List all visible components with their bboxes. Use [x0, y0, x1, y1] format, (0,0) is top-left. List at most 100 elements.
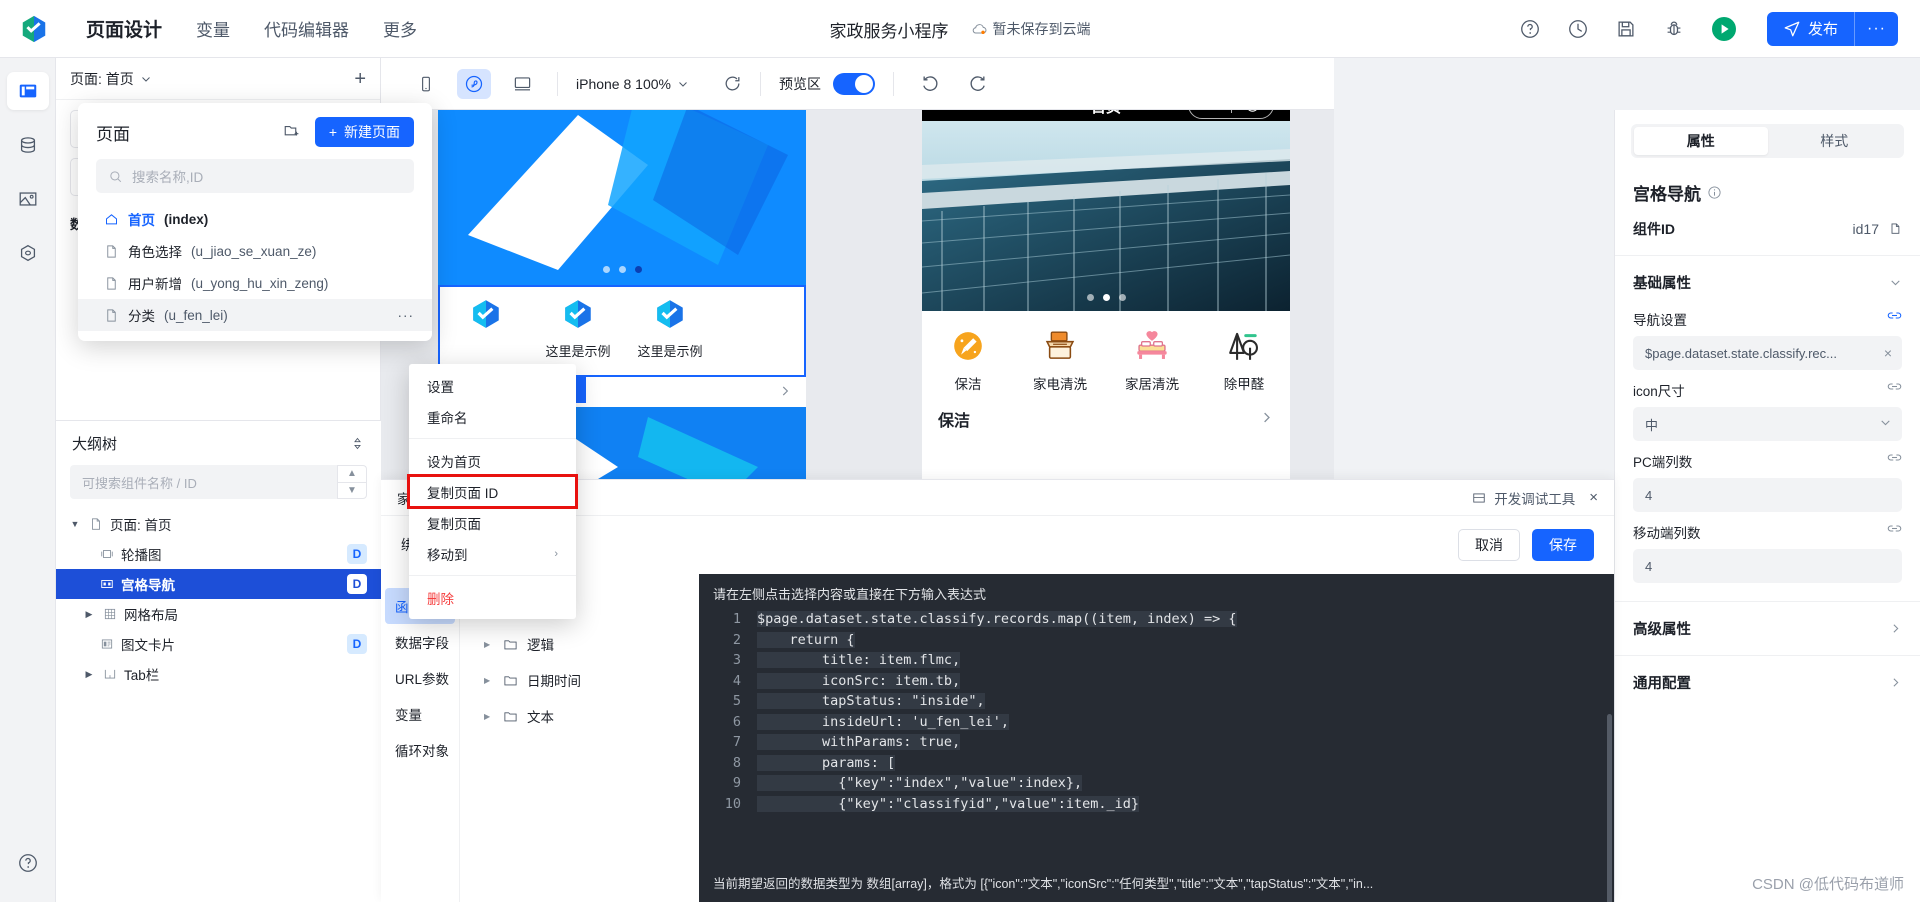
chevron-right-icon[interactable]	[778, 384, 792, 401]
new-folder-icon[interactable]	[283, 122, 301, 143]
target-circle-icon[interactable]	[1232, 110, 1274, 114]
info-circle-icon[interactable]	[1707, 185, 1722, 200]
wechat-capsule[interactable]	[1188, 110, 1274, 119]
preview-grid-item-0[interactable]: 保洁	[922, 325, 1014, 393]
preview-grid-nav[interactable]: 保洁 家电清洗 家居清洗 除甲醛	[922, 311, 1290, 401]
close-icon[interactable]: ×	[1589, 489, 1598, 506]
carousel-dot[interactable]	[602, 266, 610, 273]
rail-item-layout[interactable]	[6, 72, 49, 110]
carousel-dot-active[interactable]	[1102, 294, 1110, 301]
app-logo[interactable]	[0, 0, 68, 58]
pages-item-user-add[interactable]: 用户新增 (u_yong_hu_xin_zeng)	[78, 267, 432, 299]
preview-carousel-dots[interactable]	[922, 294, 1290, 301]
tree-node-page[interactable]: ▼ 页面: 首页	[56, 509, 381, 539]
function-folder-datetime[interactable]: ▶ 日期时间	[460, 662, 699, 698]
ctx-settings[interactable]: 设置	[409, 370, 576, 401]
source-tab-datafield[interactable]: 数据字段	[381, 624, 459, 660]
cloud-save-status[interactable]: 暂未保存到云端	[971, 19, 1091, 39]
grid-item-2[interactable]: 这里是示例	[532, 297, 624, 360]
tree-node-grid-layout[interactable]: ▶ 网格布局	[56, 599, 381, 629]
twisty-right-icon[interactable]: ▶	[82, 609, 96, 620]
cancel-button[interactable]: 取消	[1458, 529, 1520, 561]
save-button[interactable]: 保存	[1532, 529, 1594, 561]
rail-item-plugin[interactable]	[7, 234, 49, 272]
function-folder-text[interactable]: ▶ 文本	[460, 698, 699, 734]
publish-more-button[interactable]: ···	[1855, 12, 1898, 46]
devtool-icon[interactable]	[1472, 491, 1486, 505]
mobile-columns-input[interactable]: 4	[1633, 549, 1902, 583]
link-icon[interactable]	[1887, 311, 1902, 327]
grid-item-3[interactable]: 这里是示例	[624, 297, 716, 360]
device-desktop-button[interactable]	[505, 69, 539, 99]
page-selector[interactable]: 页面: 首页	[70, 69, 152, 89]
refresh-canvas-button[interactable]	[723, 74, 742, 93]
carousel-dot[interactable]	[1086, 294, 1094, 301]
preview-grid-item-1[interactable]: 家电清洗	[1014, 325, 1106, 393]
grid-item-1[interactable]	[440, 297, 532, 341]
devtool-label[interactable]: 开发调试工具	[1494, 488, 1575, 508]
chevron-right-icon[interactable]	[1259, 410, 1274, 428]
topnav-page-design[interactable]: 页面设计	[86, 15, 162, 42]
editor-scrollbar[interactable]	[1607, 714, 1612, 902]
device-zoom-select[interactable]: iPhone 8 100%	[576, 76, 689, 92]
pages-item-index[interactable]: 首页 (index)	[78, 203, 432, 235]
pages-search-input[interactable]: 搜索名称,ID	[96, 159, 414, 193]
preview-hero-image[interactable]	[922, 121, 1290, 311]
rail-item-database[interactable]	[7, 126, 49, 164]
run-preview-icon[interactable]	[1711, 16, 1737, 42]
search-next-button[interactable]: ▼	[337, 481, 367, 499]
clear-binding-button[interactable]: ×	[1884, 345, 1892, 361]
tree-node-grid-nav[interactable]: 宫格导航 D	[56, 569, 381, 599]
rail-item-help[interactable]	[7, 844, 49, 882]
source-tab-urlparam[interactable]: URL参数	[381, 660, 459, 696]
editor-code-area[interactable]: 1 2 3 4 5 6 7 8 9 10 $page.dataset.state…	[699, 609, 1614, 864]
twisty-right-icon[interactable]: ▶	[484, 712, 494, 721]
twisty-right-icon[interactable]: ▶	[82, 669, 96, 680]
pages-item-more-button[interactable]: ···	[398, 308, 415, 323]
editor-code-lines[interactable]: $page.dataset.state.classify.records.map…	[753, 609, 1614, 864]
help-icon[interactable]	[1519, 18, 1541, 40]
carousel-dot[interactable]	[618, 266, 626, 273]
add-page-button[interactable]: +	[354, 69, 366, 89]
preview-grid-item-2[interactable]: 家居清洗	[1106, 325, 1198, 393]
link-icon[interactable]	[1887, 524, 1902, 540]
search-prev-button[interactable]: ▲	[337, 465, 367, 482]
history-icon[interactable]	[1567, 18, 1589, 40]
carousel-dots[interactable]	[438, 266, 806, 273]
carousel-dot-active[interactable]	[634, 266, 642, 273]
tree-node-tabbar[interactable]: ▶ Tab栏	[56, 659, 381, 689]
pages-item-classify[interactable]: 分类 (u_fen_lei) ···	[78, 299, 432, 331]
function-folder-logic[interactable]: ▶ 逻辑	[460, 626, 699, 662]
ctx-set-home[interactable]: 设为首页	[409, 445, 576, 476]
preview-toggle[interactable]	[832, 72, 875, 95]
rail-item-assets[interactable]	[7, 180, 49, 218]
tab-styles[interactable]: 样式	[1768, 127, 1902, 155]
link-icon[interactable]	[1887, 453, 1902, 469]
tree-node-carousel[interactable]: 轮播图 D	[56, 539, 381, 569]
twisty-right-icon[interactable]: ▶	[484, 676, 494, 685]
expand-collapse-icon[interactable]	[350, 436, 365, 451]
ctx-delete[interactable]: 删除	[409, 582, 576, 613]
carousel-banner[interactable]	[438, 110, 806, 285]
tab-properties[interactable]: 属性	[1634, 127, 1768, 155]
twisty-right-icon[interactable]: ▶	[484, 640, 494, 649]
preview-grid-item-3[interactable]: 除甲醛	[1198, 325, 1290, 393]
source-tab-loopobject[interactable]: 循环对象	[381, 732, 459, 768]
debug-bug-icon[interactable]	[1663, 18, 1685, 40]
icon-size-select[interactable]: 中	[1633, 407, 1902, 441]
basic-properties-section[interactable]: 基础属性	[1615, 256, 1920, 299]
ctx-rename[interactable]: 重命名	[409, 401, 576, 432]
device-miniprogram-button[interactable]	[457, 68, 491, 99]
expression-editor[interactable]: 请在左侧点击选择内容或直接在下方输入表达式 1 2 3 4 5 6 7 8 9 …	[699, 574, 1614, 902]
ctx-copy-page-id[interactable]: 复制页面 ID	[407, 474, 578, 509]
publish-main[interactable]: 发布	[1767, 12, 1854, 46]
topnav-variables[interactable]: 变量	[196, 16, 230, 41]
copy-icon[interactable]	[1887, 222, 1902, 237]
twisty-down-icon[interactable]: ▼	[68, 519, 82, 529]
topnav-code-editor[interactable]: 代码编辑器	[264, 16, 349, 41]
ctx-duplicate-page[interactable]: 复制页面	[409, 507, 576, 538]
redo-icon[interactable]	[968, 74, 988, 94]
ctx-move-to[interactable]: 移动到 ›	[409, 538, 576, 569]
nav-settings-binding-value[interactable]: $page.dataset.state.classify.rec... ×	[1633, 336, 1902, 370]
publish-button[interactable]: 发布 ···	[1767, 11, 1898, 46]
